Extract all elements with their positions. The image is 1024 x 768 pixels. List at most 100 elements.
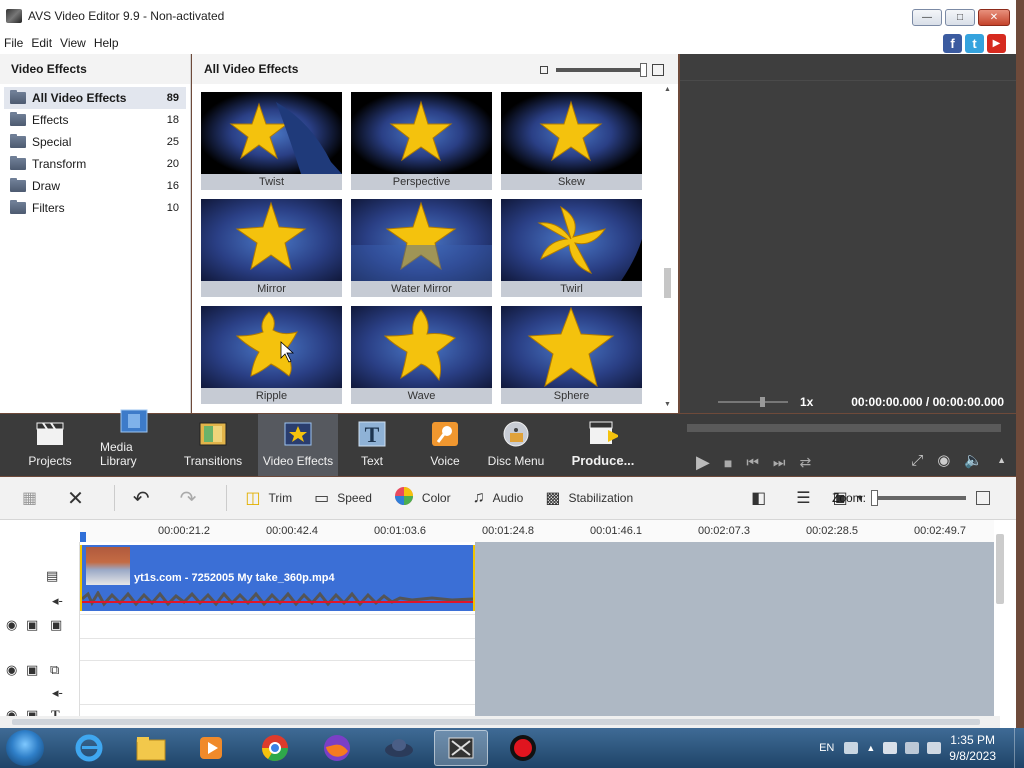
loop-icon[interactable]: ⇄ xyxy=(800,454,812,471)
firefox-icon[interactable] xyxy=(310,730,364,766)
clock[interactable]: 1:35 PM 9/8/2023 xyxy=(949,732,996,764)
timeline-lanes[interactable]: yt1s.com - 7252005 My take_360p.mp4 xyxy=(80,542,994,717)
show-desktop-button[interactable] xyxy=(1014,728,1024,768)
playback-speed-slider[interactable] xyxy=(718,397,788,407)
twitter-icon[interactable]: t xyxy=(965,34,984,53)
effect-thumbnail xyxy=(201,306,342,388)
internet-explorer-icon[interactable] xyxy=(62,730,116,766)
scrollbar-thumb[interactable] xyxy=(12,719,980,725)
category-transform[interactable]: Transform 20 xyxy=(4,153,186,175)
stabilization-button[interactable]: ▩ Stabilization xyxy=(545,488,633,508)
lock-icon[interactable]: ▣ xyxy=(26,617,38,633)
playhead[interactable] xyxy=(80,532,86,542)
effect-wave[interactable]: Wave xyxy=(351,306,492,406)
effect-twist[interactable]: Twist xyxy=(201,92,342,192)
snapshot-split-icon[interactable]: ◧ xyxy=(751,488,774,508)
maximize-button[interactable]: □ xyxy=(945,9,975,26)
keyboard-icon[interactable] xyxy=(844,742,859,754)
empty-timeline-area[interactable] xyxy=(475,542,994,717)
chrome-icon[interactable] xyxy=(248,730,302,766)
thumbnail-size-slider[interactable] xyxy=(556,63,647,77)
action-center-icon[interactable] xyxy=(883,742,898,754)
video-clip[interactable]: yt1s.com - 7252005 My take_360p.mp4 xyxy=(80,545,475,611)
effect-sphere[interactable]: Sphere xyxy=(501,306,642,406)
effect-ripple[interactable]: Ripple xyxy=(201,306,342,406)
facebook-icon[interactable]: f xyxy=(943,34,962,53)
speaker-muted-icon[interactable] xyxy=(927,742,942,754)
effect-twirl[interactable]: Twirl xyxy=(501,199,642,299)
effect-skew[interactable]: Skew xyxy=(501,92,642,192)
lock-icon[interactable]: ▣ xyxy=(26,662,38,678)
playback-progress-bar[interactable] xyxy=(687,424,1001,432)
visibility-eye-icon[interactable]: ◉ xyxy=(6,662,17,678)
category-draw[interactable]: Draw 16 xyxy=(4,175,186,197)
menu-edit[interactable]: Edit xyxy=(31,36,52,50)
app-icon[interactable] xyxy=(372,730,426,766)
timeline-horizontal-scrollbar[interactable] xyxy=(0,716,1000,728)
volume-line[interactable] xyxy=(82,601,473,603)
play-icon[interactable]: ▶ xyxy=(696,452,710,473)
timeline-ruler[interactable]: 00:00:21.2 00:00:42.4 00:01:03.6 00:01:2… xyxy=(80,520,994,542)
menu-help[interactable]: Help xyxy=(94,36,119,50)
projects-button[interactable]: Projects xyxy=(0,414,100,476)
transitions-button[interactable]: Transitions xyxy=(168,414,258,476)
slider-handle[interactable] xyxy=(760,397,765,407)
next-frame-icon[interactable]: ⏭ xyxy=(773,454,786,471)
minimize-button[interactable]: — xyxy=(912,9,942,26)
split-icon[interactable]: ▦ xyxy=(22,488,45,508)
snapshot-icon[interactable]: ◉ xyxy=(937,451,950,469)
category-count: 10 xyxy=(166,202,179,214)
produce-button[interactable]: Produce... xyxy=(548,414,658,476)
volume-icon[interactable]: 🔈 xyxy=(964,451,983,469)
media-library-label: Media Library xyxy=(100,440,137,468)
fullscreen-icon[interactable]: ⤢ xyxy=(911,452,923,469)
text-button[interactable]: T Text xyxy=(338,414,406,476)
media-player-icon[interactable] xyxy=(184,730,238,766)
video-effects-button[interactable]: Video Effects xyxy=(258,414,338,476)
file-explorer-icon[interactable] xyxy=(124,730,178,766)
delete-icon[interactable]: ✕ xyxy=(67,486,92,511)
slider-handle[interactable] xyxy=(640,63,647,77)
menu-view[interactable]: View xyxy=(60,36,86,50)
media-library-button[interactable]: Media Library xyxy=(100,409,168,476)
voice-button[interactable]: Voice xyxy=(406,414,484,476)
scrollbar-thumb[interactable] xyxy=(664,268,671,298)
large-thumbnails-icon[interactable] xyxy=(652,64,664,76)
category-all-video-effects[interactable]: All Video Effects 89 xyxy=(4,87,186,109)
menu-file[interactable]: File xyxy=(4,36,23,50)
close-button[interactable]: ✕ xyxy=(978,9,1010,26)
timeline-vertical-scrollbar[interactable] xyxy=(996,534,1004,604)
effect-mirror[interactable]: Mirror xyxy=(201,199,342,299)
small-thumbnails-icon[interactable] xyxy=(540,66,548,74)
slider-handle[interactable] xyxy=(871,490,878,506)
visibility-eye-icon[interactable]: ◉ xyxy=(6,617,17,633)
scroll-down-icon[interactable]: ▼ xyxy=(663,401,672,408)
audio-button[interactable]: ♫ Audio xyxy=(473,489,524,507)
undo-icon[interactable]: ↶ xyxy=(133,486,158,511)
zoom-slider[interactable] xyxy=(871,490,966,506)
language-indicator[interactable]: EN xyxy=(819,742,834,754)
recorder-icon[interactable] xyxy=(496,730,550,766)
stop-icon[interactable]: ■ xyxy=(724,455,732,471)
speed-button[interactable]: ▭ Speed xyxy=(314,488,372,508)
category-effects[interactable]: Effects 18 xyxy=(4,109,186,131)
disc-menu-button[interactable]: Disc Menu xyxy=(484,414,548,476)
network-icon[interactable] xyxy=(905,742,920,754)
category-filters[interactable]: Filters 10 xyxy=(4,197,186,219)
category-special[interactable]: Special 25 xyxy=(4,131,186,153)
effect-water-mirror[interactable]: Water Mirror xyxy=(351,199,492,299)
previous-frame-icon[interactable]: ⏮ xyxy=(746,454,759,471)
fit-timeline-icon[interactable] xyxy=(976,491,990,505)
youtube-icon[interactable]: ▶ xyxy=(987,34,1006,53)
audio-mixer-icon[interactable]: ☰ xyxy=(796,488,818,508)
tray-expand-icon[interactable]: ▲ xyxy=(866,743,875,753)
redo-icon[interactable]: ↷ xyxy=(180,486,205,511)
trim-button[interactable]: ◫ Trim xyxy=(245,488,292,508)
effects-scrollbar[interactable]: ▲ ▼ xyxy=(663,86,672,408)
avs-video-editor-icon[interactable] xyxy=(434,730,488,766)
color-button[interactable]: Color xyxy=(394,486,451,511)
start-button[interactable] xyxy=(6,730,44,766)
scroll-up-icon[interactable]: ▲ xyxy=(663,86,672,93)
volume-dropdown-icon[interactable]: ▲ xyxy=(997,455,1006,465)
effect-perspective[interactable]: Perspective xyxy=(351,92,492,192)
